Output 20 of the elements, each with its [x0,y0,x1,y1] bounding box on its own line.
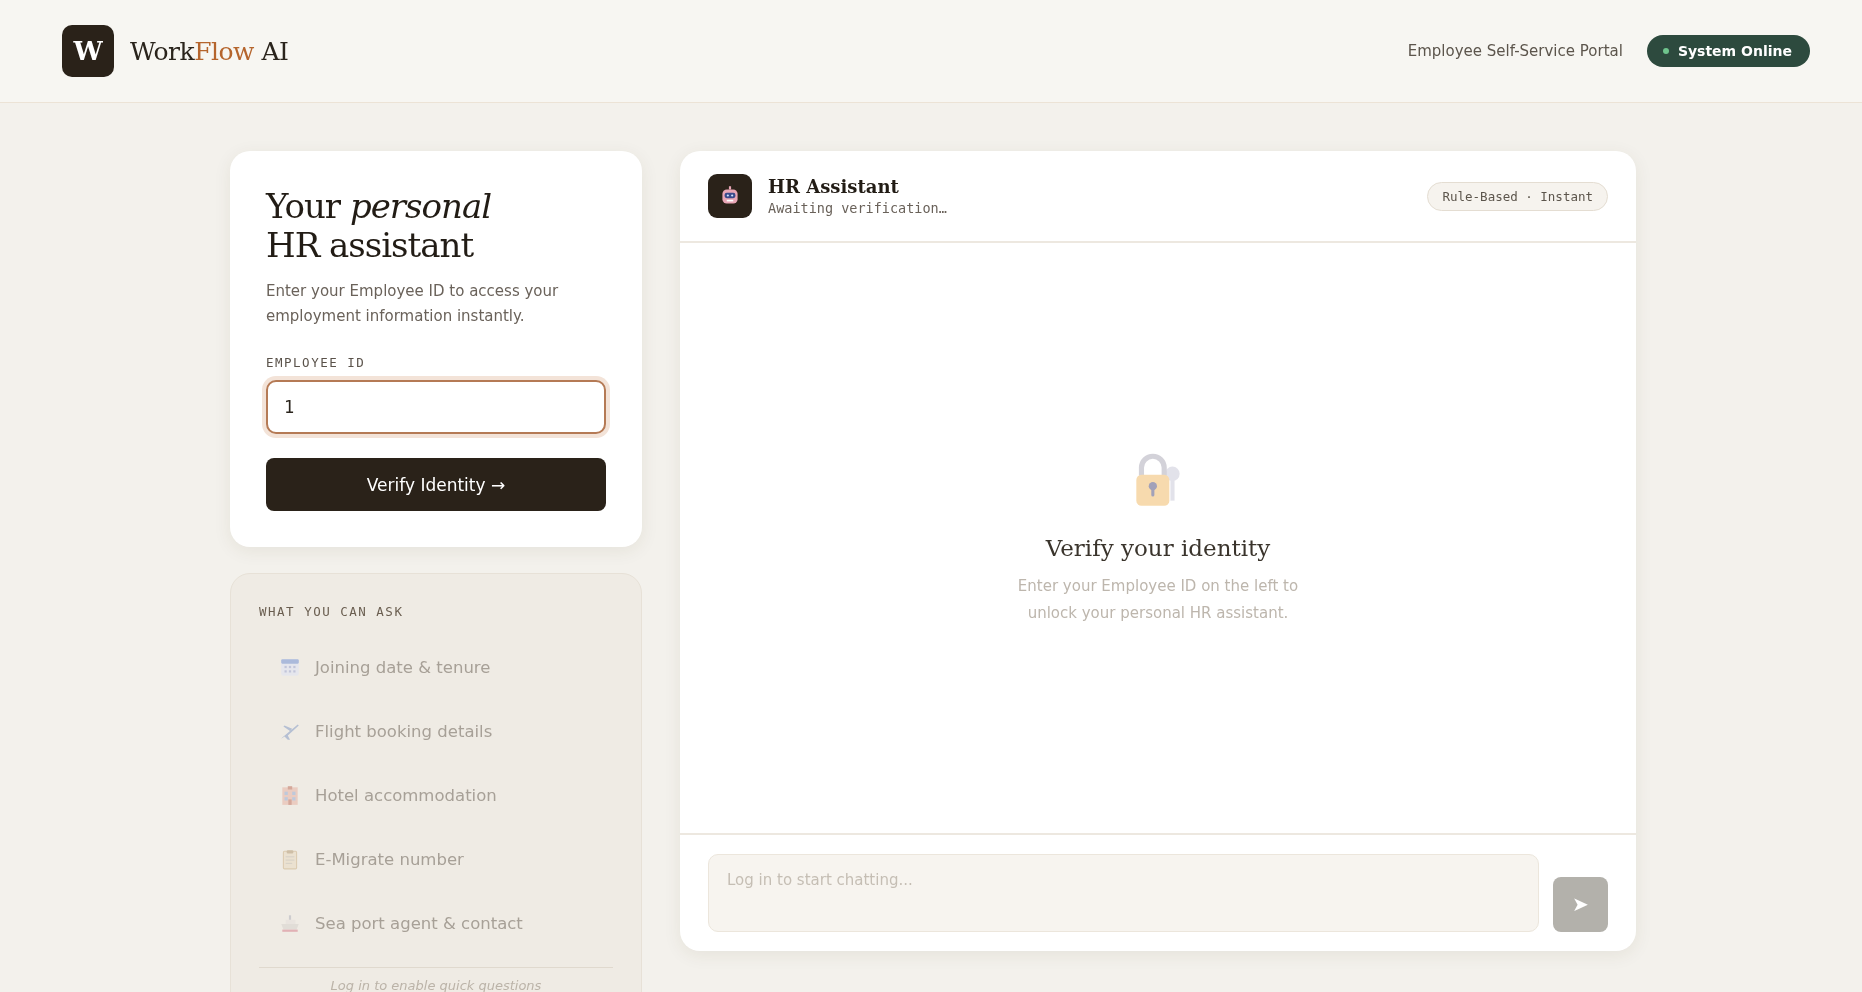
employee-id-field[interactable]: 1 [266,380,606,435]
robot-avatar-icon [708,174,752,218]
chat-title: HR Assistant [768,176,900,197]
empty-state-text: Enter your Employee ID on the left to unlock your personal HR assistant. [1016,576,1300,624]
footer-note: Log in to enable quick questions [329,978,543,992]
ship-icon [279,912,301,935]
building-icon [279,784,301,807]
description: Enter your Employee ID to access your employment information instantly. [266,281,560,328]
logo-mark: W [62,25,114,77]
portal-label: Employee Self-Service Portal [1407,42,1623,60]
heading: Your personal HR assistant [266,187,493,266]
verify-button[interactable]: Verify Identity → [266,458,606,512]
mode-badge: Rule-Based · Instant [1427,181,1608,211]
brand-name: WorkFlow AI [130,36,289,66]
calendar-icon [279,656,301,679]
chat-subtitle: Awaiting verification… [768,200,948,216]
status-label: System Online [1677,43,1792,59]
field-label: EMPLOYEE ID [266,355,367,371]
section-title: WHAT YOU CAN ASK [259,604,405,620]
empty-state-title: Verify your identity [1045,535,1271,561]
